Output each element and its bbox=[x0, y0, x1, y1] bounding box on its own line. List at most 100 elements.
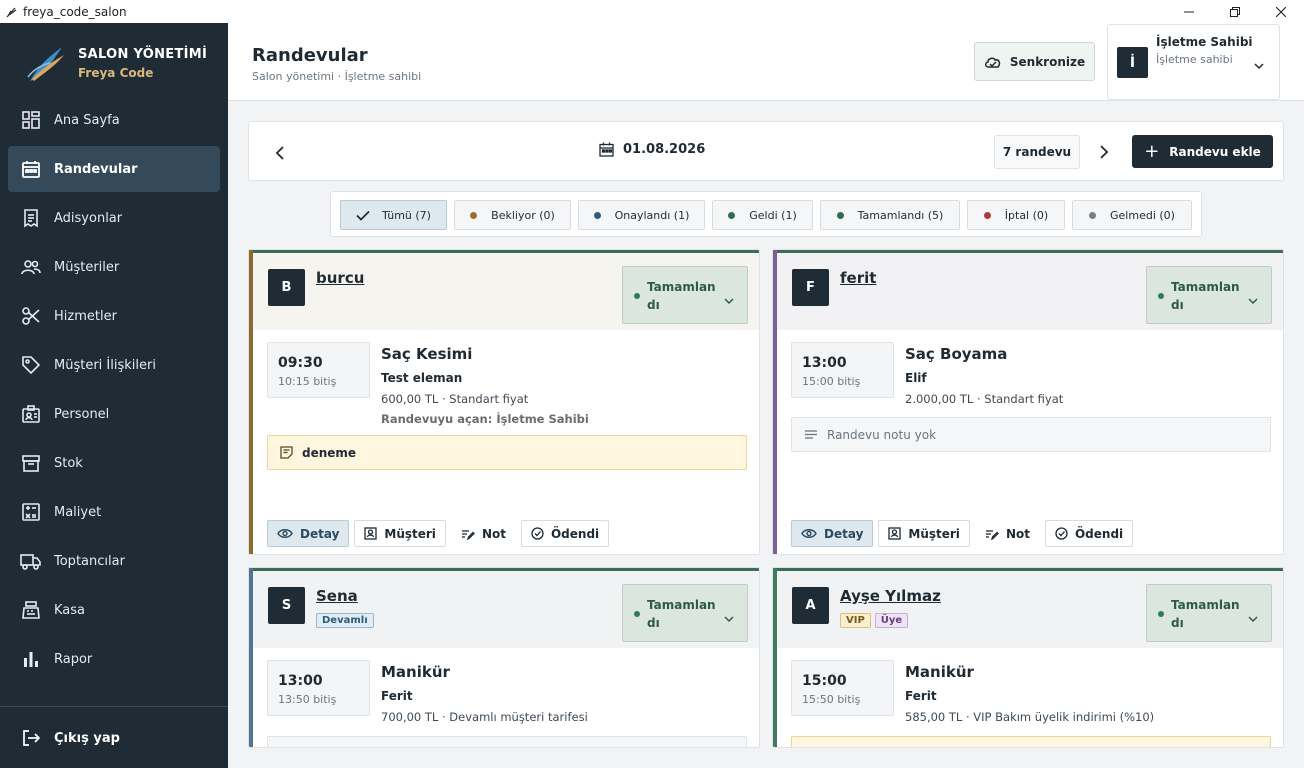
status-dot-icon bbox=[634, 293, 640, 299]
sidebar: SALON YÖNETİMİ Freya Code Ana Sayfa Rand… bbox=[0, 23, 228, 768]
service-price: 585,00 TL · VIP Bakım üyelik indirimi (%… bbox=[905, 710, 1155, 724]
sidebar-item-personel[interactable]: Personel bbox=[8, 391, 220, 437]
paid-label: Ödendi bbox=[550, 526, 600, 541]
customer-button[interactable]: Müşteri bbox=[878, 520, 970, 547]
appointment-card: F ferit Tamamlan dı 13:00 15:00 bitiş Sa… bbox=[772, 249, 1284, 555]
filter-waiting[interactable]: Bekliyor (0) bbox=[454, 200, 571, 230]
chevron-down-icon bbox=[724, 290, 734, 309]
status-dropdown[interactable]: Tamamlan dı bbox=[1146, 584, 1272, 642]
sidebar-item-musteriler[interactable]: Müşteriler bbox=[8, 244, 220, 290]
brand-title: SALON YÖNETİMİ bbox=[78, 46, 208, 62]
note-button[interactable]: Not bbox=[450, 520, 516, 547]
end-time: 10:15 bitiş bbox=[278, 375, 337, 388]
note-label: Not bbox=[1005, 526, 1030, 541]
paid-button[interactable]: Ödendi bbox=[1044, 520, 1134, 547]
customer-name-link[interactable]: ferit bbox=[840, 269, 876, 287]
sidebar-nav: Ana Sayfa Randevular Adisyonlar Müşteril… bbox=[8, 97, 220, 685]
vip-badge: VIP bbox=[840, 613, 871, 628]
customer-label: Müşteri bbox=[908, 526, 960, 541]
check-badge-icon bbox=[1055, 527, 1068, 540]
add-appointment-button[interactable]: + Randevu ekle bbox=[1132, 135, 1273, 168]
time-box: 13:00 15:00 bitiş bbox=[791, 342, 894, 398]
sync-button[interactable]: Senkronize bbox=[974, 42, 1095, 81]
card-accent-bar bbox=[249, 250, 253, 554]
end-time: 13:50 bitiş bbox=[278, 693, 337, 706]
next-day-button[interactable] bbox=[1093, 141, 1115, 163]
detail-button[interactable]: Detay bbox=[267, 520, 350, 547]
status-dot-icon bbox=[593, 211, 601, 219]
restore-button[interactable] bbox=[1212, 0, 1258, 23]
status-filter-bar: Tümü (7) Bekliyor (0) Onaylandı (1) Geld… bbox=[330, 191, 1202, 237]
time-box: 09:30 10:15 bitiş bbox=[267, 342, 370, 398]
appointment-card: B burcu Tamamlan dı 09:30 10:15 bitiş Sa… bbox=[248, 249, 760, 555]
sidebar-item-label: Hizmetler bbox=[54, 308, 117, 324]
sidebar-item-label: Toptancılar bbox=[54, 553, 125, 569]
customer-tags: VIP Üye bbox=[840, 613, 909, 628]
status-label: Tamamlan dı bbox=[1171, 598, 1240, 630]
close-button[interactable] bbox=[1258, 0, 1304, 23]
id-card-icon bbox=[20, 403, 42, 425]
card-actions: Detay Müşteri Not Ödendi bbox=[267, 520, 610, 547]
customer-name-link[interactable]: burcu bbox=[316, 269, 364, 287]
window-titlebar: freya_code_salon bbox=[0, 0, 1304, 23]
detail-button[interactable]: Detay bbox=[791, 520, 874, 547]
appointment-count-badge: 7 randevu bbox=[994, 135, 1080, 169]
customer-button[interactable]: Müşteri bbox=[354, 520, 446, 547]
note-button[interactable]: Not bbox=[974, 520, 1040, 547]
end-time: 15:50 bitiş bbox=[802, 693, 861, 706]
sidebar-item-randevular[interactable]: Randevular bbox=[8, 146, 220, 192]
filter-label: Bekliyor (0) bbox=[491, 208, 555, 222]
sidebar-item-musteri-iliskileri[interactable]: Müşteri İlişkileri bbox=[8, 342, 220, 388]
status-dropdown[interactable]: Tamamlan dı bbox=[1146, 266, 1272, 324]
end-time: 15:00 bitiş bbox=[802, 375, 861, 388]
status-dropdown[interactable]: Tamamlan dı bbox=[622, 584, 748, 642]
status-dropdown[interactable]: Tamamlan dı bbox=[622, 266, 748, 324]
page-title: Randevular bbox=[252, 45, 368, 66]
sidebar-item-kasa[interactable]: Kasa bbox=[8, 587, 220, 633]
sidebar-item-hizmetler[interactable]: Hizmetler bbox=[8, 293, 220, 339]
appointment-note: deneme bbox=[267, 435, 747, 470]
customer-label: Müşteri bbox=[384, 526, 436, 541]
sidebar-item-label: Kasa bbox=[54, 602, 86, 618]
paid-button[interactable]: Ödendi bbox=[520, 520, 610, 547]
filter-all[interactable]: Tümü (7) bbox=[340, 200, 447, 230]
appointment-card: S Sena Devamlı Tamamlan dı 13:00 13:50 b… bbox=[248, 567, 760, 748]
user-card-icon bbox=[364, 527, 378, 540]
customer-name-link[interactable]: Ayşe Yılmaz bbox=[840, 587, 941, 605]
status-dot-icon bbox=[836, 211, 844, 219]
calculator-icon bbox=[20, 501, 42, 523]
appointment-note bbox=[267, 736, 747, 747]
logout-button[interactable]: Çıkış yap bbox=[20, 727, 120, 749]
status-dot-icon bbox=[1158, 611, 1164, 617]
filter-confirmed[interactable]: Onaylandı (1) bbox=[578, 200, 705, 230]
previous-day-button[interactable] bbox=[269, 142, 291, 164]
date-picker[interactable]: 01.08.2026 bbox=[599, 142, 705, 157]
appointment-note bbox=[791, 736, 1271, 747]
user-card-icon bbox=[888, 527, 902, 540]
logout-icon bbox=[20, 727, 42, 749]
filter-completed[interactable]: Tamamlandı (5) bbox=[820, 200, 960, 230]
filter-arrived[interactable]: Geldi (1) bbox=[712, 200, 813, 230]
sidebar-item-maliyet[interactable]: Maliyet bbox=[8, 489, 220, 535]
customer-name-link[interactable]: Sena bbox=[316, 587, 358, 605]
sidebar-item-adisyonlar[interactable]: Adisyonlar bbox=[8, 195, 220, 241]
sidebar-item-rapor[interactable]: Rapor bbox=[8, 636, 220, 682]
filter-cancelled[interactable]: İptal (0) bbox=[967, 200, 1065, 230]
start-time: 15:00 bbox=[802, 673, 847, 689]
eye-icon bbox=[801, 528, 817, 539]
sidebar-item-stok[interactable]: Stok bbox=[8, 440, 220, 486]
logout-label: Çıkış yap bbox=[54, 730, 120, 746]
avatar: İ bbox=[1117, 47, 1148, 78]
sidebar-item-ana-sayfa[interactable]: Ana Sayfa bbox=[8, 97, 220, 143]
filter-no-show[interactable]: Gelmedi (0) bbox=[1072, 200, 1192, 230]
user-menu[interactable]: İ İşletme Sahibi İşletme sahibi bbox=[1107, 24, 1280, 100]
chevron-down-icon bbox=[1248, 290, 1258, 309]
sidebar-item-toptancilar[interactable]: Toptancılar bbox=[8, 538, 220, 584]
note-text: deneme bbox=[302, 445, 357, 460]
filter-label: Geldi (1) bbox=[749, 208, 797, 222]
service-name: Manikür bbox=[381, 663, 450, 681]
minimize-button[interactable] bbox=[1166, 0, 1212, 23]
chevron-down-icon bbox=[724, 608, 734, 627]
sidebar-item-label: Rapor bbox=[54, 651, 93, 667]
service-price: 700,00 TL · Devamlı müşteri tarifesi bbox=[381, 710, 588, 724]
